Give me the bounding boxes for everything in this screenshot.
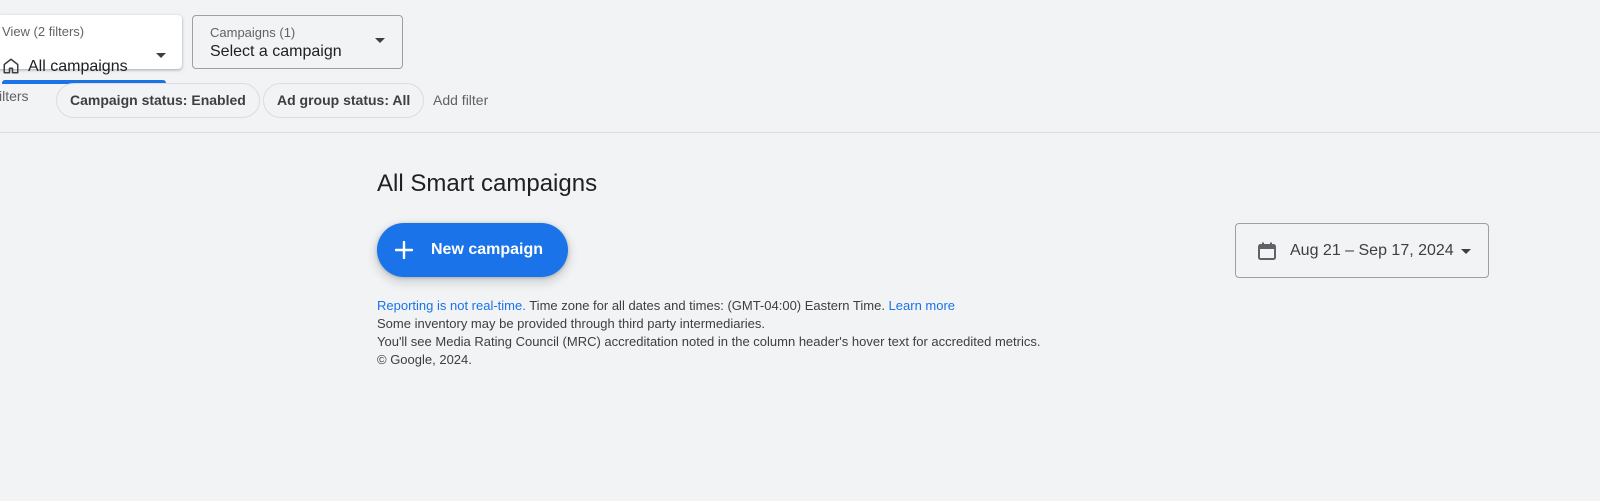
divider <box>0 132 1600 133</box>
campaign-selector-label: Campaigns (1) <box>210 25 296 40</box>
view-selector[interactable]: View (2 filters) All campaigns <box>0 15 182 84</box>
filter-chip-ad-group-status[interactable]: Ad group status: All <box>263 83 425 118</box>
mrc-text: You'll see Media Rating Council (MRC) ac… <box>377 334 1041 349</box>
footer-notes: Reporting is not real-time. Time zone fo… <box>377 297 1040 369</box>
page-title: All Smart campaigns <box>377 170 598 197</box>
filter-chip-campaign-status[interactable]: Campaign status: Enabled <box>56 83 260 118</box>
page: View (2 filters) All campaigns Campaigns… <box>0 0 1600 501</box>
add-filter-button[interactable]: Add filter <box>433 92 488 108</box>
inventory-text: Some inventory may be provided through t… <box>377 316 766 331</box>
date-range-label: Aug 21 – Sep 17, 2024 <box>1290 242 1454 259</box>
chevron-down-icon <box>375 38 385 43</box>
campaign-selector[interactable]: Campaigns (1) Select a campaign <box>192 15 403 69</box>
learn-more-link[interactable]: Learn more <box>889 298 955 313</box>
new-campaign-button[interactable]: New campaign <box>377 223 568 277</box>
timezone-text: Time zone for all dates and times: (GMT-… <box>525 298 889 313</box>
view-selector-value: All campaigns <box>28 58 128 75</box>
chevron-down-icon <box>156 53 166 58</box>
calendar-icon <box>1258 242 1276 260</box>
copyright: © Google, 2024. <box>377 352 472 367</box>
view-selector-label: View (2 filters) <box>2 24 85 39</box>
new-campaign-label: New campaign <box>431 241 544 258</box>
filters-label: ilters <box>0 88 29 104</box>
home-icon <box>3 58 19 74</box>
plus-icon <box>395 241 413 259</box>
reporting-link[interactable]: Reporting is not real-time. <box>377 298 526 313</box>
campaign-selector-value: Select a campaign <box>210 43 342 60</box>
footer-line-reporting: Reporting is not real-time. Time zone fo… <box>377 297 1040 315</box>
chevron-down-icon <box>1461 249 1471 254</box>
date-range-picker[interactable]: Aug 21 – Sep 17, 2024 <box>1235 223 1489 278</box>
